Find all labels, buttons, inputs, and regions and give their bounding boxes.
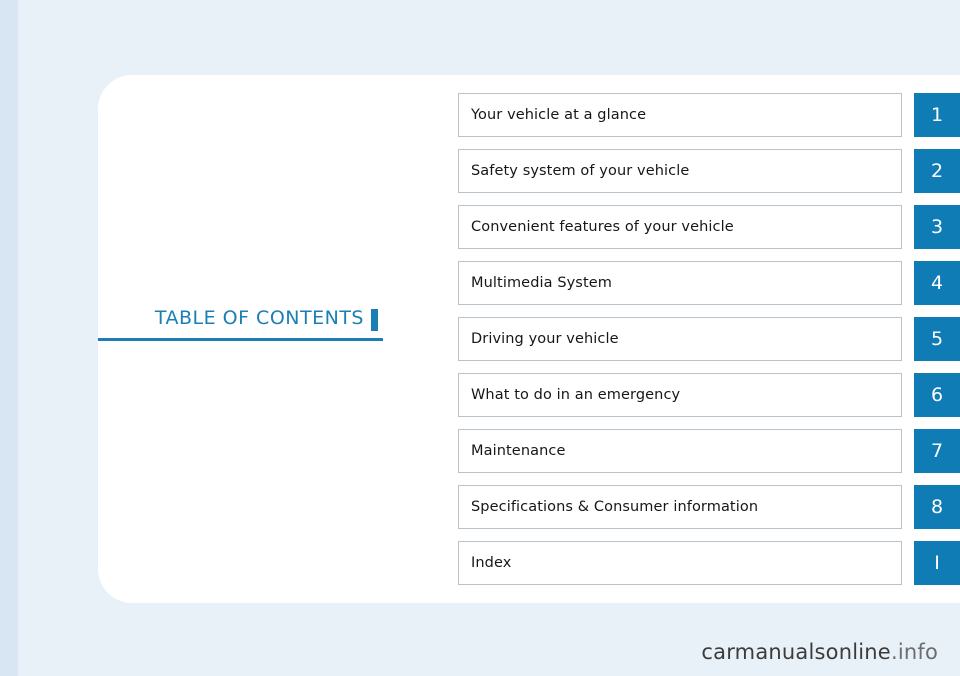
- toc-chapter-number[interactable]: I: [914, 541, 960, 585]
- list-item[interactable]: Safety system of your vehicle 2: [458, 149, 960, 193]
- toc-entry[interactable]: Multimedia System: [458, 261, 902, 305]
- toc-entry[interactable]: Safety system of your vehicle: [458, 149, 902, 193]
- watermark-suffix: .info: [890, 640, 938, 664]
- toc-chapter-number[interactable]: 4: [914, 261, 960, 305]
- list-item[interactable]: Convenient features of your vehicle 3: [458, 205, 960, 249]
- toc-entry-label: Index: [471, 555, 512, 571]
- title-underline: [98, 338, 383, 341]
- toc-entry-label: Your vehicle at a glance: [471, 107, 647, 123]
- page-title: TABLE OF CONTENTS: [154, 307, 364, 329]
- toc-entry-label: What to do in an emergency: [471, 387, 681, 403]
- toc-entry[interactable]: Index: [458, 541, 902, 585]
- list-item[interactable]: Index I: [458, 541, 960, 585]
- toc-entry[interactable]: Maintenance: [458, 429, 902, 473]
- toc-entry[interactable]: Your vehicle at a glance: [458, 93, 902, 137]
- left-edge-strip: [0, 0, 18, 676]
- list-item[interactable]: Your vehicle at a glance 1: [458, 93, 960, 137]
- toc-chapter-number[interactable]: 5: [914, 317, 960, 361]
- watermark-main: carmanualsonline: [701, 640, 891, 664]
- toc-entry[interactable]: Convenient features of your vehicle: [458, 205, 902, 249]
- list-item[interactable]: What to do in an emergency 6: [458, 373, 960, 417]
- toc-chapter-number[interactable]: 6: [914, 373, 960, 417]
- toc-chapter-number[interactable]: 2: [914, 149, 960, 193]
- toc-entry[interactable]: Specifications & Consumer information: [458, 485, 902, 529]
- toc-chapter-number[interactable]: 3: [914, 205, 960, 249]
- toc-chapter-number[interactable]: 1: [914, 93, 960, 137]
- list-item[interactable]: Maintenance 7: [458, 429, 960, 473]
- toc-entry-label: Convenient features of your vehicle: [471, 219, 734, 235]
- toc-entry-label: Multimedia System: [471, 275, 612, 291]
- toc-entry[interactable]: What to do in an emergency: [458, 373, 902, 417]
- toc-chapter-number[interactable]: 7: [914, 429, 960, 473]
- toc-chapter-number[interactable]: 8: [914, 485, 960, 529]
- watermark: carmanualsonline.info: [701, 640, 938, 664]
- table-of-contents-list: Your vehicle at a glance 1 Safety system…: [458, 93, 960, 585]
- table-of-contents-heading: TABLE OF CONTENTS: [98, 307, 388, 343]
- toc-entry-label: Driving your vehicle: [471, 331, 619, 347]
- toc-entry-label: Specifications & Consumer information: [471, 499, 759, 515]
- toc-entry-label: Safety system of your vehicle: [471, 163, 690, 179]
- list-item[interactable]: Specifications & Consumer information 8: [458, 485, 960, 529]
- toc-entry[interactable]: Driving your vehicle: [458, 317, 902, 361]
- list-item[interactable]: Driving your vehicle 5: [458, 317, 960, 361]
- toc-entry-label: Maintenance: [471, 443, 566, 459]
- title-marker: [371, 309, 378, 331]
- list-item[interactable]: Multimedia System 4: [458, 261, 960, 305]
